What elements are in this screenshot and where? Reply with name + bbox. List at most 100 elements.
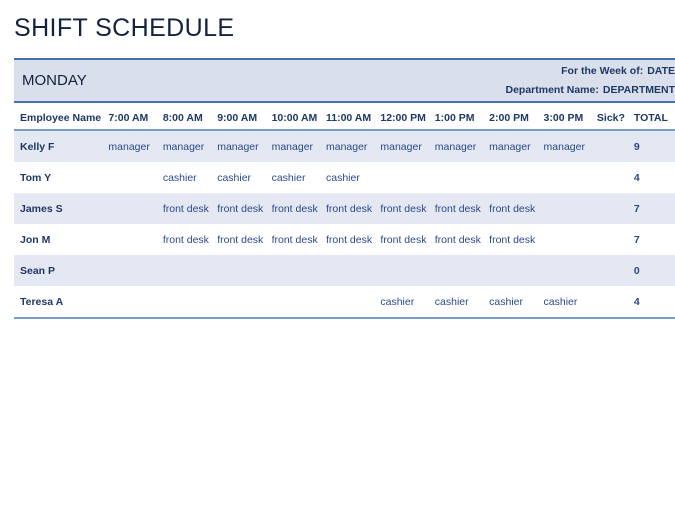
shift-cell[interactable] [108, 193, 163, 224]
shift-cell[interactable] [108, 162, 163, 193]
column-header-employee-name[interactable]: Employee Name [14, 108, 109, 131]
shift-cell[interactable] [489, 255, 544, 286]
shift-cell[interactable] [543, 224, 597, 255]
shift-cell[interactable] [543, 193, 597, 224]
shift-cell[interactable] [434, 255, 490, 286]
shift-cell[interactable]: front desk [325, 224, 381, 255]
column-header-0900[interactable]: 9:00 AM [217, 108, 272, 131]
table-header-row: Employee Name 7:00 AM 8:00 AM 9:00 AM 10… [14, 108, 675, 131]
shift-cell[interactable] [271, 255, 326, 286]
shift-cell[interactable]: front desk [434, 193, 490, 224]
shift-cell[interactable]: front desk [271, 193, 326, 224]
employee-name-cell[interactable]: Tom Y [14, 162, 109, 193]
shift-cell[interactable]: front desk [162, 193, 218, 224]
shift-cell[interactable]: cashier [380, 286, 435, 319]
shift-cell[interactable]: cashier [271, 162, 326, 193]
shift-cell[interactable]: front desk [217, 224, 272, 255]
total-cell: 7 [633, 224, 675, 255]
shift-cell[interactable]: manager [271, 130, 326, 162]
column-header-1000[interactable]: 10:00 AM [271, 108, 326, 131]
sick-cell[interactable] [596, 224, 634, 255]
employee-name-cell[interactable]: Teresa A [14, 286, 109, 319]
page-title: SHIFT SCHEDULE [14, 14, 235, 42]
shift-cell[interactable]: cashier [217, 162, 272, 193]
shift-cell[interactable] [325, 255, 381, 286]
shift-cell[interactable] [217, 286, 272, 319]
column-header-1500[interactable]: 3:00 PM [543, 108, 597, 131]
employee-name-cell[interactable]: James S [14, 193, 109, 224]
shift-cell[interactable] [108, 286, 163, 319]
table-row: Jon Mfront desk front desk front desk front… [14, 224, 675, 255]
sick-cell[interactable] [596, 193, 634, 224]
table-row: Teresa Acashier cashier cashier cashier 4 [14, 286, 675, 319]
shift-cell[interactable]: manager [217, 130, 272, 162]
shift-cell[interactable] [271, 286, 326, 319]
shift-cell[interactable]: manager [108, 130, 163, 162]
shift-cell[interactable] [543, 255, 597, 286]
shift-cell[interactable]: manager [380, 130, 435, 162]
department-label: Department Name: [505, 84, 599, 96]
shift-cell[interactable]: cashier [162, 162, 218, 193]
shift-cell[interactable] [325, 286, 381, 319]
shift-cell[interactable] [380, 162, 435, 193]
column-header-1300[interactable]: 1:00 PM [434, 108, 490, 131]
shift-cell[interactable]: cashier [489, 286, 544, 319]
total-cell: 9 [633, 130, 675, 162]
column-header-sick[interactable]: Sick? [596, 108, 634, 131]
sick-cell[interactable] [596, 255, 634, 286]
shift-cell[interactable]: manager [543, 130, 597, 162]
shift-cell[interactable]: front desk [380, 193, 435, 224]
week-of-field: For the Week of: DATE [561, 65, 675, 77]
shift-cell[interactable] [217, 255, 272, 286]
shift-cell[interactable]: front desk [271, 224, 326, 255]
shift-cell[interactable]: cashier [325, 162, 381, 193]
column-header-1200[interactable]: 12:00 PM [380, 108, 435, 131]
table-row: Sean P 0 [14, 255, 675, 286]
column-header-0700[interactable]: 7:00 AM [108, 108, 163, 131]
day-label: MONDAY [22, 72, 87, 89]
column-header-0800[interactable]: 8:00 AM [162, 108, 218, 131]
employee-name-cell[interactable]: Sean P [14, 255, 109, 286]
shift-cell[interactable] [162, 255, 218, 286]
table-row: James Sfront desk front desk front desk fro… [14, 193, 675, 224]
shift-cell[interactable]: front desk [489, 224, 544, 255]
shift-cell[interactable] [108, 224, 163, 255]
total-cell: 4 [633, 286, 675, 319]
shift-cell[interactable]: cashier [434, 286, 490, 319]
employee-name-cell[interactable]: Jon M [14, 224, 109, 255]
department-value[interactable]: DEPARTMENT [603, 84, 675, 96]
sick-cell[interactable] [596, 162, 634, 193]
shift-cell[interactable] [489, 162, 544, 193]
table-body: Kelly Fmanager manager manager manager manag… [14, 130, 675, 319]
shift-cell[interactable] [380, 255, 435, 286]
week-of-label: For the Week of: [561, 65, 644, 77]
column-header-1100[interactable]: 11:00 AM [325, 108, 381, 131]
sick-cell[interactable] [596, 130, 634, 162]
shift-cell[interactable]: front desk [489, 193, 544, 224]
shift-cell[interactable] [162, 286, 218, 319]
week-of-value[interactable]: DATE [647, 65, 675, 77]
shift-cell[interactable]: manager [162, 130, 218, 162]
total-cell: 0 [633, 255, 675, 286]
shift-cell[interactable]: front desk [217, 193, 272, 224]
shift-cell[interactable]: manager [489, 130, 544, 162]
shift-cell[interactable]: cashier [543, 286, 597, 319]
department-field: Department Name: DEPARTMENT [506, 84, 675, 96]
table-row: Kelly Fmanager manager manager manager manag… [14, 130, 675, 162]
shift-cell[interactable] [108, 255, 163, 286]
column-header-total[interactable]: TOTAL [633, 108, 675, 131]
shift-cell[interactable]: manager [325, 130, 381, 162]
shift-schedule-table: Employee Name 7:00 AM 8:00 AM 9:00 AM 10… [14, 108, 675, 319]
shift-cell[interactable] [434, 162, 490, 193]
sick-cell[interactable] [596, 286, 634, 319]
shift-cell[interactable]: manager [434, 130, 490, 162]
shift-cell[interactable]: front desk [380, 224, 435, 255]
total-cell: 7 [633, 193, 675, 224]
shift-cell[interactable]: front desk [162, 224, 218, 255]
shift-cell[interactable]: front desk [434, 224, 490, 255]
employee-name-cell[interactable]: Kelly F [14, 130, 109, 162]
shift-cell[interactable] [543, 162, 597, 193]
day-banner: MONDAY For the Week of: DATE Department N… [14, 58, 675, 103]
column-header-1400[interactable]: 2:00 PM [489, 108, 544, 131]
shift-cell[interactable]: front desk [325, 193, 381, 224]
